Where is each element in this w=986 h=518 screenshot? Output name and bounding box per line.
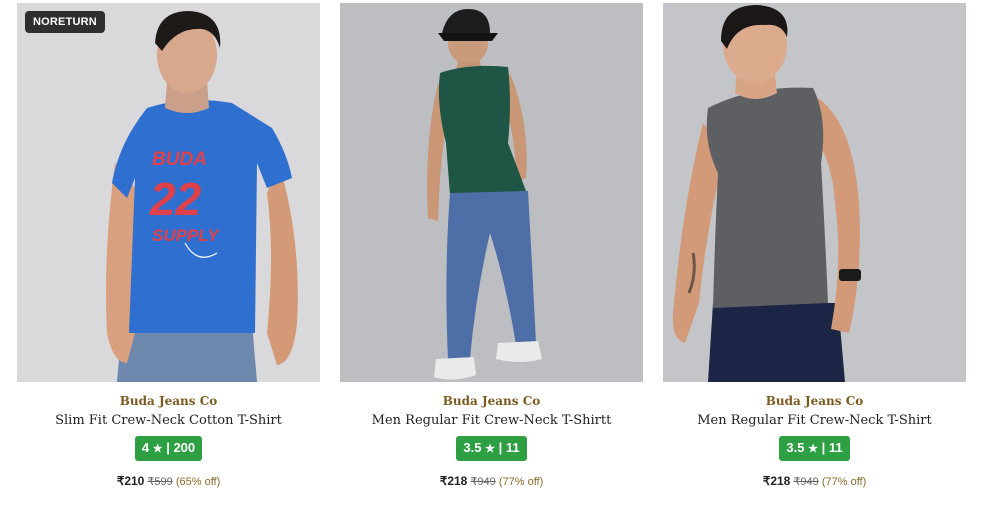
product-card[interactable]: Buda Jeans Co Men Regular Fit Crew-Neck … (340, 3, 643, 513)
discount-percent: (65% off) (175, 476, 221, 488)
shirt-print-brand: BUDA (152, 149, 207, 170)
price-row: ₹210 ₹599 (65% off) (17, 474, 320, 488)
rating-value: 4 (141, 440, 150, 455)
model-green-sleeveless-tshirt-icon (427, 9, 542, 380)
product-brand[interactable]: Buda Jeans Co (663, 394, 966, 408)
rating-row: 3.5 ★ | 11 (340, 436, 643, 461)
product-brand[interactable]: Buda Jeans Co (340, 394, 643, 408)
selling-price: ₹218 (439, 474, 468, 488)
product-image[interactable] (340, 3, 643, 382)
rating-row: 4 ★ | 200 (17, 436, 320, 461)
review-count: | 200 (166, 440, 196, 455)
selling-price: ₹210 (116, 474, 145, 488)
review-count: | 11 (498, 440, 520, 455)
product-title[interactable]: Men Regular Fit Crew-Neck T-Shirtt (340, 413, 643, 428)
original-price: ₹599 (147, 476, 173, 488)
rating-badge: 3.5 ★ | 11 (779, 436, 850, 461)
product-card[interactable]: Buda Jeans Co Men Regular Fit Crew-Neck … (663, 3, 966, 513)
rating-badge: 4 ★ | 200 (134, 436, 203, 461)
rating-badge: 3.5 ★ | 11 (456, 436, 527, 461)
rating-row: 3.5 ★ | 11 (663, 436, 966, 461)
rating-value: 3.5 (786, 440, 805, 455)
star-icon: ★ (152, 443, 163, 455)
noreturn-badge: NORETURN (25, 11, 105, 33)
price-row: ₹218 ₹949 (77% off) (663, 474, 966, 488)
original-price: ₹949 (470, 476, 496, 488)
star-icon: ★ (485, 443, 495, 455)
product-card[interactable]: BUDA 22 SUPPLY NORETURN Buda Jeans Co Sl… (17, 3, 320, 513)
discount-percent: (77% off) (821, 476, 867, 488)
rating-value: 3.5 (463, 440, 482, 455)
product-brand[interactable]: Buda Jeans Co (17, 394, 320, 408)
original-price: ₹949 (793, 476, 819, 488)
price-row: ₹218 ₹949 (77% off) (340, 474, 643, 488)
star-icon: ★ (808, 443, 818, 455)
product-image[interactable]: BUDA 22 SUPPLY NORETURN (17, 3, 320, 382)
selling-price: ₹218 (762, 474, 791, 488)
model-blue-graphic-tshirt-icon: BUDA 22 SUPPLY (106, 11, 298, 382)
discount-percent: (77% off) (498, 476, 544, 488)
shirt-print-number: 22 (149, 173, 202, 225)
review-count: | 11 (821, 440, 843, 455)
product-image[interactable] (663, 3, 966, 382)
product-grid: BUDA 22 SUPPLY NORETURN Buda Jeans Co Sl… (0, 0, 986, 518)
model-grey-sleeveless-tshirt-icon (672, 5, 861, 382)
shirt-print-word: SUPPLY (152, 226, 220, 245)
product-title[interactable]: Slim Fit Crew-Neck Cotton T-Shirt (17, 413, 320, 428)
product-title[interactable]: Men Regular Fit Crew-Neck T-Shirt (663, 413, 966, 428)
